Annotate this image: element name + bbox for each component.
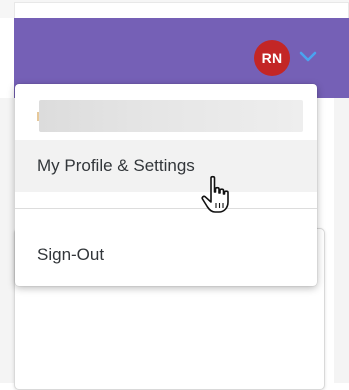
menu-item-sign-out[interactable]: Sign-Out — [15, 229, 317, 281]
menu-item-label: Sign-Out — [37, 245, 105, 264]
avatar-initials: RN — [261, 50, 283, 66]
chevron-down-icon[interactable] — [297, 48, 319, 64]
menu-divider — [15, 208, 317, 209]
menu-item-label: My Profile & Settings — [37, 156, 195, 175]
top-strip — [0, 0, 349, 18]
top-panel-edge — [14, 2, 349, 18]
hand-pointer-icon — [201, 175, 229, 213]
redacted-user-info — [39, 100, 303, 132]
user-menu-dropdown: My Profile & Settings Sign-Out — [15, 84, 317, 286]
user-avatar[interactable]: RN — [254, 40, 290, 76]
menu-item-profile-settings[interactable]: My Profile & Settings — [15, 140, 317, 192]
